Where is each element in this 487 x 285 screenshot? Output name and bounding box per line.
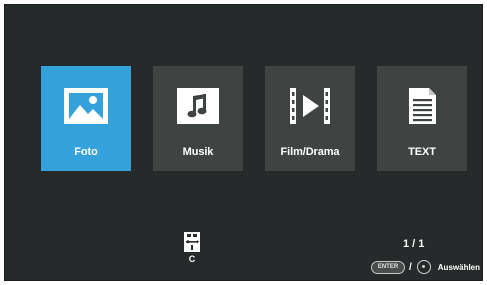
tile-musik[interactable]: Musik (153, 66, 243, 171)
tile-foto[interactable]: Foto (41, 66, 131, 171)
hint-separator: / (409, 261, 412, 273)
page-counter: 1 / 1 (403, 238, 425, 250)
ok-button-icon (416, 260, 431, 274)
media-browser-screen: Foto Musik Film/Drama TEXT C 1 / 1 ENTER… (4, 4, 483, 281)
usb-source[interactable]: C (181, 232, 203, 266)
usb-drive-icon (184, 232, 200, 252)
music-note-icon (177, 88, 219, 124)
enter-key-icon: ENTER (371, 260, 405, 274)
tile-label: TEXT (408, 146, 436, 158)
tile-label: Film/Drama (280, 146, 340, 158)
film-play-icon (290, 88, 330, 124)
tile-label: Foto (74, 146, 98, 158)
select-hint: ENTER / Auswählen (371, 259, 480, 275)
text-document-icon (409, 88, 436, 124)
photo-icon (64, 88, 108, 124)
tile-film-drama[interactable]: Film/Drama (265, 66, 355, 171)
tile-label: Musik (182, 146, 214, 158)
select-hint-text: Auswählen (437, 262, 481, 272)
usb-source-label: C (188, 254, 196, 264)
tile-text[interactable]: TEXT (377, 66, 467, 171)
